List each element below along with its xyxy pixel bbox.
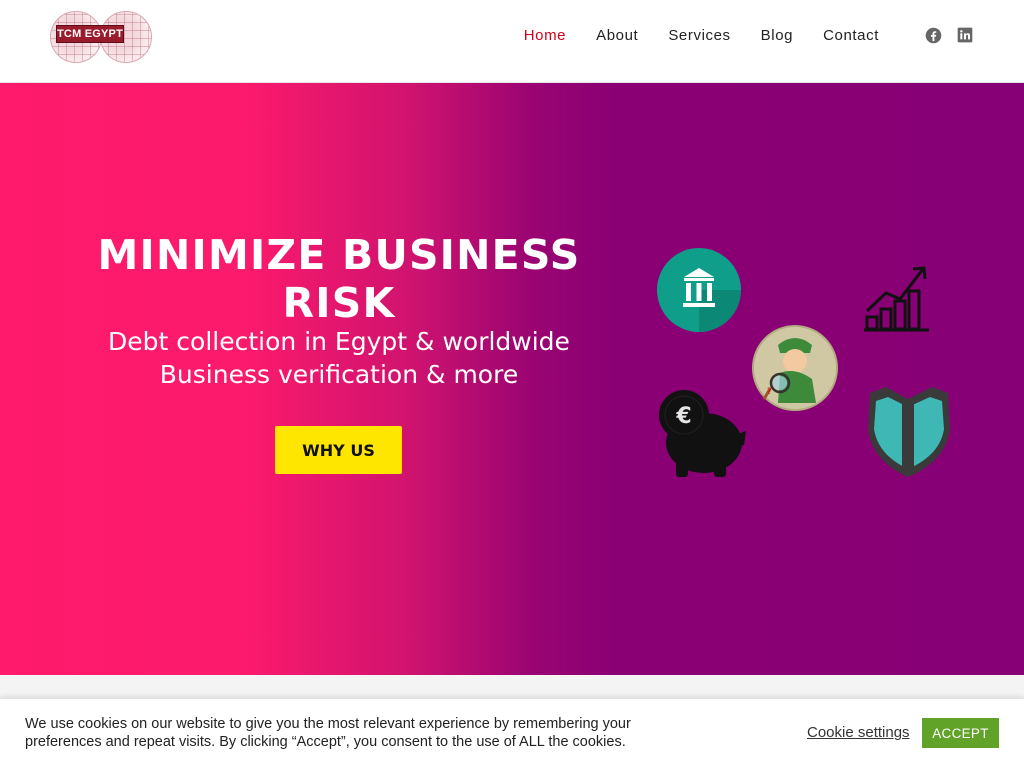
- tcm-egypt-logo[interactable]: TCM EGYPT: [50, 11, 152, 63]
- accept-cookies-button[interactable]: ACCEPT: [922, 718, 999, 748]
- svg-text:€: €: [675, 404, 691, 429]
- main-nav: Home About Services Blog Contact: [509, 26, 894, 46]
- nav-item-about[interactable]: About: [581, 26, 653, 46]
- cookie-notice-text: We use cookies on our website to give yo…: [25, 716, 631, 750]
- cookie-consent-bar: We use cookies on our website to give yo…: [0, 699, 1024, 768]
- why-us-button[interactable]: WHY US: [275, 426, 402, 474]
- logo-text: TCM EGYPT: [56, 25, 124, 43]
- euro-piggy-bank-icon: €: [659, 390, 746, 477]
- hero-subtitle-line-2: Business verification & more: [159, 360, 519, 389]
- nav-item-home[interactable]: Home: [509, 26, 581, 46]
- facebook-icon[interactable]: [924, 26, 942, 44]
- nav-item-contact[interactable]: Contact: [808, 26, 894, 46]
- nav-item-services[interactable]: Services: [653, 26, 745, 46]
- hero-subtitle: Debt collection in Egypt & worldwide Bus…: [40, 325, 638, 391]
- linkedin-icon[interactable]: [956, 26, 974, 44]
- hero-title: MINIMIZE BUSINESS RISK: [97, 231, 581, 327]
- detective-icon: ?: [752, 325, 838, 411]
- hero-section: MINIMIZE BUSINESS RISK Debt collection i…: [0, 83, 1024, 675]
- shield-icon: [868, 387, 950, 477]
- nav-item-blog[interactable]: Blog: [746, 26, 808, 46]
- cookie-settings-link[interactable]: Cookie settings: [807, 724, 910, 741]
- growth-chart-icon: [864, 266, 929, 332]
- bank-icon: [657, 248, 741, 332]
- hero-illustration: ? €: [657, 248, 950, 477]
- site-header: TCM EGYPT Home About Services Blog Conta…: [0, 0, 1024, 83]
- hero-subtitle-line-1: Debt collection in Egypt & worldwide: [108, 327, 570, 356]
- svg-text:?: ?: [767, 387, 772, 397]
